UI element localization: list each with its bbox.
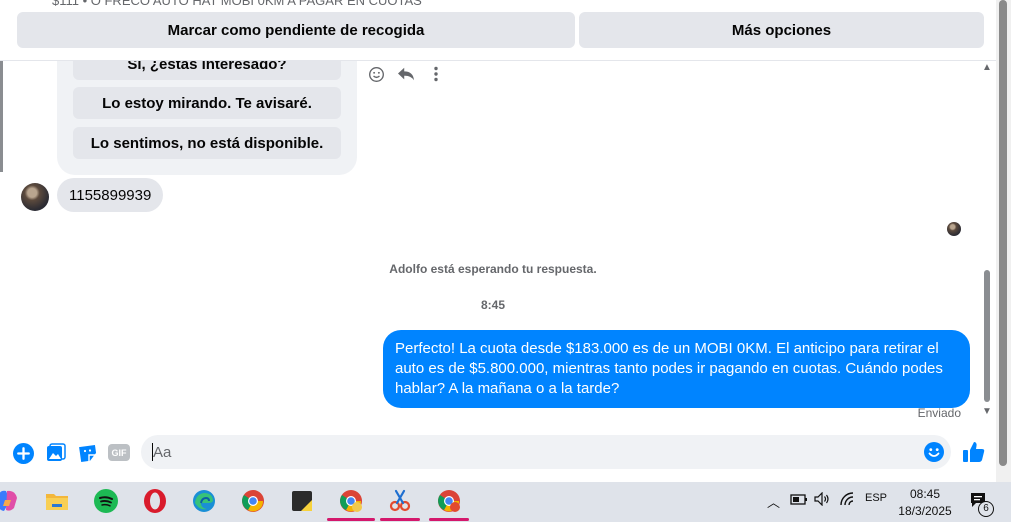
quick-reply-looking[interactable]: Lo estoy mirando. Te avisaré. — [73, 87, 341, 119]
language-indicator[interactable]: ESP — [865, 492, 887, 504]
chrome-profile-icon[interactable] — [337, 487, 365, 515]
active-app-indicator — [380, 518, 420, 521]
left-scroll-edge — [0, 52, 3, 172]
wifi-icon[interactable] — [840, 492, 856, 509]
mark-pending-button[interactable]: Marcar como pendiente de recogida — [17, 12, 575, 48]
gallery-icon[interactable] — [45, 442, 67, 464]
more-options-button[interactable]: Más opciones — [579, 12, 984, 48]
tray-overflow-chevron-icon[interactable]: ︿ — [767, 492, 780, 511]
messenger-chat: Sí, ¿estás interesado? Lo estoy mirando.… — [0, 0, 996, 482]
reply-arrow-icon[interactable] — [396, 64, 416, 84]
snipping-tool-icon[interactable] — [386, 487, 414, 515]
text-caret — [152, 443, 153, 461]
sticker-icon[interactable] — [77, 442, 99, 464]
top-action-bar: $111 • O FRECO AUTO HAT MOBI 0KM A PAGAR… — [0, 0, 996, 61]
active-app-indicator — [429, 518, 469, 521]
copilot-icon[interactable] — [0, 487, 22, 515]
message-actions — [366, 64, 446, 84]
quick-replies-card: Sí, ¿estás interesado? Lo estoy mirando.… — [57, 48, 357, 175]
message-timestamp: 8:45 — [480, 298, 506, 312]
chrome-profile-icon[interactable] — [435, 487, 463, 515]
chat-scrollbar-thumb[interactable] — [984, 270, 990, 402]
more-vertical-icon[interactable] — [426, 64, 446, 84]
quick-reply-unavailable[interactable]: Lo sentimos, no está disponible. — [73, 127, 341, 159]
scroll-up-arrow-icon[interactable]: ▲ — [982, 62, 992, 73]
react-emoji-icon[interactable] — [366, 64, 386, 84]
edge-icon[interactable] — [190, 487, 218, 515]
waiting-notice: Adolfo está esperando tu respuesta. — [389, 262, 597, 276]
plus-circle-icon[interactable] — [12, 442, 34, 464]
thumbs-up-icon[interactable] — [962, 440, 986, 464]
battery-icon[interactable] — [790, 492, 808, 509]
sent-status: Enviado — [917, 406, 961, 420]
taskbar-clock[interactable]: 08:45 18/3/2025 — [893, 486, 957, 520]
emoji-icon[interactable] — [923, 441, 945, 463]
volume-icon[interactable] — [814, 491, 830, 509]
scroll-down-arrow-icon[interactable]: ▼ — [982, 406, 992, 417]
incoming-message[interactable]: 1155899939 — [57, 178, 164, 212]
seen-avatar — [947, 222, 961, 236]
opera-icon[interactable] — [141, 487, 169, 515]
spotify-icon[interactable] — [92, 487, 120, 515]
message-input[interactable] — [141, 435, 951, 469]
notification-count-badge: 6 — [978, 501, 994, 517]
active-app-indicator — [327, 518, 375, 521]
listing-title: $111 • O FRECO AUTO HAT MOBI 0KM A PAGAR… — [52, 0, 422, 8]
clock-date: 18/3/2025 — [898, 504, 952, 518]
outgoing-message[interactable]: Perfecto! La cuota desde $183.000 es de … — [383, 330, 970, 408]
chrome-icon[interactable] — [239, 487, 267, 515]
contact-avatar[interactable] — [21, 183, 49, 211]
window-scrollbar-thumb[interactable] — [999, 0, 1007, 466]
file-explorer-icon[interactable] — [43, 487, 71, 515]
clock-time: 08:45 — [909, 487, 941, 501]
sticky-notes-icon[interactable] — [288, 487, 316, 515]
gif-icon[interactable]: GIF — [108, 444, 130, 461]
